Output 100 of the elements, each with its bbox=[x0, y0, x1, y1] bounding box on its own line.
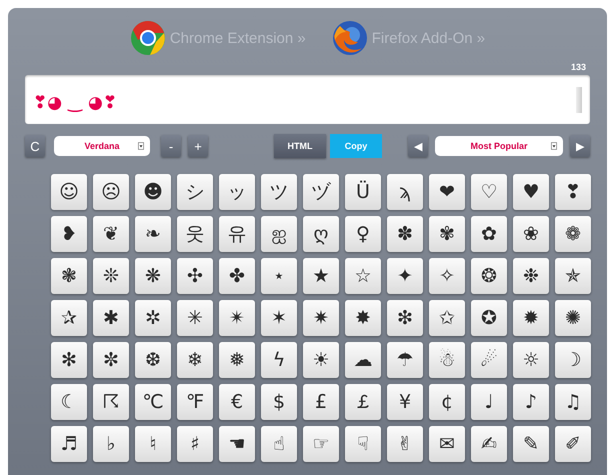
symbol-key[interactable]: ☾ bbox=[51, 384, 87, 420]
symbol-key[interactable]: € bbox=[219, 384, 255, 420]
symbol-key[interactable]: Ü bbox=[345, 174, 381, 210]
symbol-key[interactable]: ϟ bbox=[261, 342, 297, 378]
symbol-key[interactable]: £ bbox=[303, 384, 339, 420]
html-button[interactable]: HTML bbox=[274, 134, 326, 158]
symbol-key[interactable]: ❊ bbox=[93, 258, 129, 294]
symbol-key[interactable]: ✌ bbox=[387, 426, 423, 462]
symbol-key[interactable]: ✐ bbox=[555, 426, 591, 462]
symbol-key[interactable]: ♭ bbox=[93, 426, 129, 462]
symbol-key[interactable]: ￡ bbox=[345, 384, 381, 420]
symbol-key[interactable]: ☄ bbox=[471, 342, 507, 378]
symbol-key[interactable]: ✻ bbox=[51, 342, 87, 378]
symbol-key[interactable]: ❅ bbox=[219, 342, 255, 378]
symbol-key[interactable]: 웃 bbox=[177, 216, 213, 252]
symbol-key[interactable]: ☁ bbox=[345, 342, 381, 378]
text-editor[interactable]: ❣◕ ‿ ◕❣ bbox=[25, 75, 590, 124]
symbol-key[interactable]: シ bbox=[177, 174, 213, 210]
symbol-key[interactable]: ✤ bbox=[219, 258, 255, 294]
symbol-key[interactable]: ヅ bbox=[303, 174, 339, 210]
symbol-key[interactable]: ❀ bbox=[513, 216, 549, 252]
symbol-key[interactable]: $ bbox=[261, 384, 297, 420]
symbol-key[interactable]: ❥ bbox=[51, 216, 87, 252]
symbol-key[interactable]: ❉ bbox=[513, 258, 549, 294]
symbol-key[interactable]: ❋ bbox=[135, 258, 171, 294]
symbol-key[interactable]: ♡ bbox=[471, 174, 507, 210]
symbol-key[interactable]: ✺ bbox=[555, 300, 591, 336]
symbol-key[interactable]: ☻ bbox=[135, 174, 171, 210]
symbol-key[interactable]: ☚ bbox=[219, 426, 255, 462]
increase-button[interactable]: + bbox=[188, 135, 208, 157]
symbol-key[interactable]: ¢ bbox=[429, 384, 465, 420]
symbol-key[interactable]: ❁ bbox=[555, 216, 591, 252]
symbol-key[interactable]: ✷ bbox=[303, 300, 339, 336]
symbol-key[interactable]: ♪ bbox=[513, 384, 549, 420]
symbol-key[interactable]: ✎ bbox=[513, 426, 549, 462]
symbol-key[interactable]: ☝ bbox=[261, 426, 297, 462]
symbol-key[interactable]: ♯ bbox=[177, 426, 213, 462]
symbol-key[interactable]: ♩ bbox=[471, 384, 507, 420]
scrollbar[interactable] bbox=[576, 86, 582, 112]
symbol-key[interactable]: ღ bbox=[303, 216, 339, 252]
symbol-key[interactable]: ✪ bbox=[471, 300, 507, 336]
symbol-key[interactable]: ☂ bbox=[387, 342, 423, 378]
symbol-key[interactable]: ☞ bbox=[303, 426, 339, 462]
symbol-key[interactable]: ⋆ bbox=[261, 258, 297, 294]
symbol-key[interactable]: ☺ bbox=[51, 174, 87, 210]
symbol-key[interactable]: ✳ bbox=[177, 300, 213, 336]
symbol-key[interactable]: ✰ bbox=[51, 300, 87, 336]
symbol-key[interactable]: ✦ bbox=[387, 258, 423, 294]
symbol-key[interactable]: ¥ bbox=[387, 384, 423, 420]
category-dropdown[interactable]: Most Popular bbox=[435, 136, 563, 156]
symbol-key[interactable]: ✿ bbox=[471, 216, 507, 252]
symbol-key[interactable]: ツ bbox=[261, 174, 297, 210]
symbol-key[interactable]: ✼ bbox=[93, 342, 129, 378]
symbol-key[interactable]: ♀ bbox=[345, 216, 381, 252]
symbol-key[interactable]: ッ bbox=[219, 174, 255, 210]
symbol-key[interactable]: ☀ bbox=[303, 342, 339, 378]
symbol-key[interactable]: ☽ bbox=[555, 342, 591, 378]
symbol-key[interactable]: ✱ bbox=[93, 300, 129, 336]
symbol-key[interactable]: ✽ bbox=[387, 216, 423, 252]
symbol-key[interactable]: ✶ bbox=[261, 300, 297, 336]
symbol-key[interactable]: ✴ bbox=[219, 300, 255, 336]
symbol-key[interactable]: ❦ bbox=[93, 216, 129, 252]
symbol-key[interactable]: 유 bbox=[219, 216, 255, 252]
symbol-key[interactable]: ★ bbox=[303, 258, 339, 294]
symbol-key[interactable]: ☈ bbox=[93, 384, 129, 420]
decrease-button[interactable]: - bbox=[161, 135, 181, 157]
symbol-key[interactable]: ❣ bbox=[555, 174, 591, 210]
symbol-key[interactable]: ✲ bbox=[135, 300, 171, 336]
symbol-key[interactable]: ℉ bbox=[177, 384, 213, 420]
symbol-key[interactable]: ☆ bbox=[345, 258, 381, 294]
symbol-key[interactable]: ❂ bbox=[471, 258, 507, 294]
symbol-key[interactable]: ✯ bbox=[555, 258, 591, 294]
symbol-key[interactable]: ❤ bbox=[429, 174, 465, 210]
symbol-key[interactable]: ☼ bbox=[513, 342, 549, 378]
symbol-key[interactable]: ✍ bbox=[471, 426, 507, 462]
next-button[interactable]: ▶ bbox=[570, 135, 590, 157]
symbol-key[interactable]: ℃ bbox=[135, 384, 171, 420]
symbol-key[interactable]: ♫ bbox=[555, 384, 591, 420]
symbol-key[interactable]: ❃ bbox=[51, 258, 87, 294]
symbol-key[interactable]: ❇ bbox=[387, 300, 423, 336]
symbol-key[interactable]: ✣ bbox=[177, 258, 213, 294]
symbol-key[interactable]: ϡ bbox=[387, 174, 423, 210]
font-dropdown[interactable]: Verdana bbox=[54, 136, 150, 156]
symbol-key[interactable]: ஐ bbox=[261, 216, 297, 252]
symbol-key[interactable]: ♮ bbox=[135, 426, 171, 462]
symbol-key[interactable]: ♬ bbox=[51, 426, 87, 462]
symbol-key[interactable]: ☹ bbox=[93, 174, 129, 210]
clear-button[interactable]: C bbox=[25, 135, 45, 157]
symbol-key[interactable]: ✾ bbox=[429, 216, 465, 252]
symbol-key[interactable]: ❧ bbox=[135, 216, 171, 252]
previous-button[interactable]: ◀ bbox=[408, 135, 428, 157]
symbol-key[interactable]: ✹ bbox=[513, 300, 549, 336]
symbol-key[interactable]: ❆ bbox=[135, 342, 171, 378]
symbol-key[interactable]: ♥ bbox=[513, 174, 549, 210]
symbol-key[interactable]: ❄ bbox=[177, 342, 213, 378]
symbol-key[interactable]: ✧ bbox=[429, 258, 465, 294]
symbol-key[interactable]: ✩ bbox=[429, 300, 465, 336]
symbol-key[interactable]: ✉ bbox=[429, 426, 465, 462]
symbol-key[interactable]: ☟ bbox=[345, 426, 381, 462]
symbol-key[interactable]: ☃ bbox=[429, 342, 465, 378]
